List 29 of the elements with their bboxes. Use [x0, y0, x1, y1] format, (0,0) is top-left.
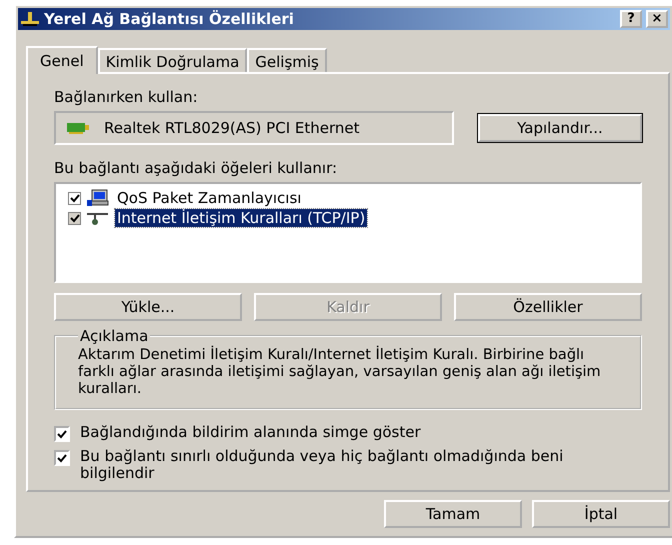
- dialog-button[interactable]: Tamam: [384, 500, 522, 528]
- list-label: Bu bağlantı aşağıdaki öğeleri kullanır:: [54, 159, 338, 177]
- check-icon: [56, 453, 68, 463]
- check-icon: [68, 193, 80, 203]
- list-item[interactable]: Internet İletişim Kuralları (TCP/IP): [115, 209, 368, 227]
- help-button[interactable]: ?: [620, 10, 642, 28]
- tab[interactable]: Gelişmiş: [247, 48, 327, 72]
- list-item[interactable]: QoS Paket Zamanlayıcısı: [115, 189, 304, 207]
- action-button[interactable]: Özellikler: [454, 293, 642, 321]
- tab[interactable]: Kimlik Doğrulama: [98, 48, 248, 72]
- tab[interactable]: Genel: [26, 46, 98, 74]
- checkbox-label: Bu bağlantı sınırlı olduğunda veya hiç bağlantı olmadığında beni bilgilendir: [80, 448, 564, 482]
- action-button[interactable]: Yükle...: [54, 293, 242, 321]
- check-icon: [56, 429, 68, 439]
- checkbox[interactable]: [68, 212, 81, 224]
- network-card-icon: [66, 121, 90, 135]
- configure-button[interactable]: Yapılandır...: [478, 114, 642, 142]
- adapter-name: Realtek RTL8029(AS) PCI Ethernet: [104, 119, 360, 137]
- description-text: Aktarım Denetimi İletişim Kuralı/Internet İletişim Kuralı. Birbirine bağlı farklı ağlar arasında iletişimi sağlayan, varsayılan geniş alan ağı iletişim kuralları.: [78, 347, 602, 398]
- group-title: Açıklama: [79, 327, 150, 345]
- computer-icon: [87, 189, 109, 207]
- close-button[interactable]: ×: [646, 10, 668, 28]
- dialog-button[interactable]: İptal: [532, 500, 670, 528]
- checkbox[interactable]: [68, 192, 81, 204]
- field-label: Bağlanırken kullan:: [54, 88, 199, 106]
- window-title: Yerel Ağ Bağlantısı Özellikleri: [44, 10, 295, 28]
- checkbox-label: Bağlandığında bildirim alanında simge göster: [80, 424, 421, 441]
- network-icon: [20, 11, 40, 27]
- check-icon: [68, 213, 80, 223]
